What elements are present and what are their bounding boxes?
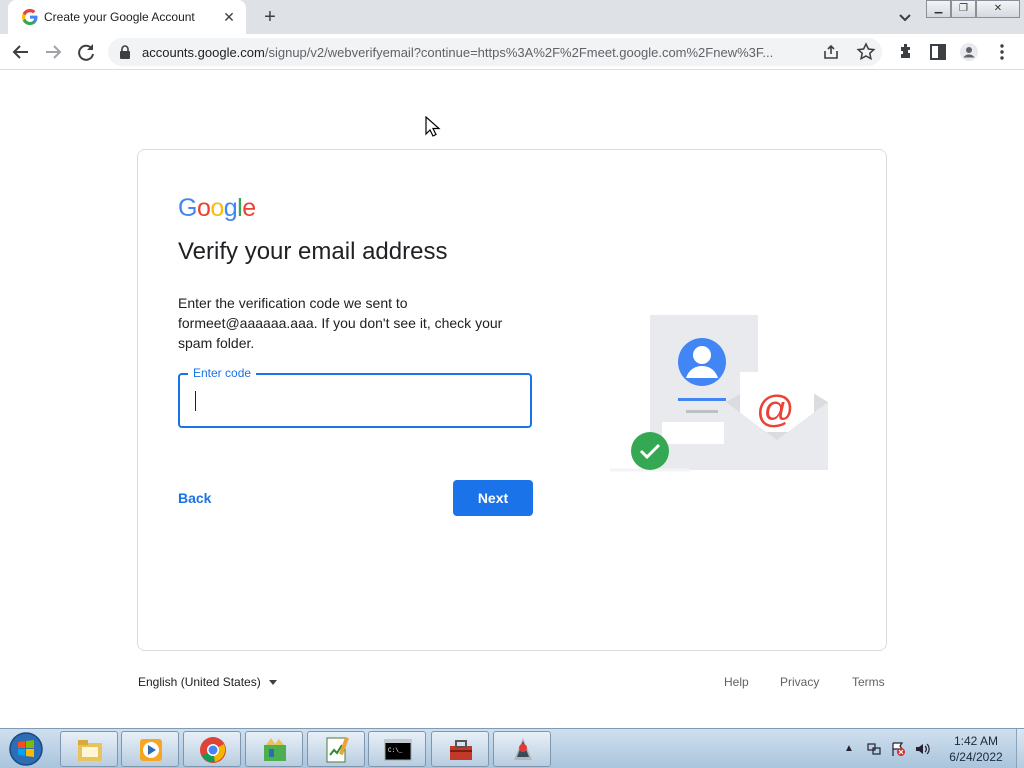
extensions-icon[interactable] [896, 42, 916, 62]
taskbar-command-prompt[interactable]: C:\_ [368, 731, 426, 767]
window-close-icon[interactable]: ✕ [976, 0, 1020, 18]
svg-text:@: @ [756, 389, 795, 431]
profile-avatar-icon[interactable] [959, 42, 979, 62]
notepad-icon [326, 736, 349, 763]
network-icon[interactable] [866, 741, 882, 757]
file-explorer-icon [78, 740, 102, 761]
taskbar-file-explorer[interactable] [60, 731, 118, 767]
taskbar-media-player[interactable] [121, 731, 179, 767]
chrome-icon [200, 737, 226, 763]
terms-link[interactable]: Terms [852, 675, 885, 689]
code-input[interactable] [192, 389, 512, 413]
lock-icon[interactable] [118, 44, 132, 60]
share-icon[interactable] [822, 43, 840, 61]
tab-active[interactable]: Create your Google Account ✕ [8, 0, 246, 34]
logo-letter: G [178, 194, 197, 222]
google-logo: Google [178, 194, 256, 223]
system-tray: ▲ [842, 735, 938, 763]
code-field-label: Enter code [188, 366, 257, 380]
signup-card: Google Verify your email address Enter t… [137, 149, 887, 651]
forward-arrow-icon[interactable] [40, 39, 66, 65]
tab-strip: Create your Google Account ✕ + ▁ ❐ ✕ [0, 0, 1024, 34]
taskbar-notepad[interactable] [307, 731, 365, 767]
toolbox-icon [450, 740, 472, 760]
language-selector[interactable]: English (United States) [138, 675, 277, 689]
logo-letter: o [210, 194, 224, 222]
text-caret [195, 391, 196, 411]
minimize-icon[interactable]: ▁ [926, 0, 951, 18]
show-hidden-icons-icon[interactable]: ▲ [844, 741, 860, 757]
code-field[interactable]: Enter code [178, 366, 532, 428]
logo-letter: e [242, 194, 256, 222]
svg-text:C:\_: C:\_ [388, 747, 403, 754]
url-path: /signup/v2/webverifyemail?continue=https… [264, 45, 774, 60]
taskbar: C:\_ ▲ 1:42 AM 6/24/2022 [0, 728, 1024, 768]
back-arrow-icon[interactable] [8, 39, 34, 65]
show-desktop-button[interactable] [1016, 729, 1024, 768]
address-bar[interactable]: accounts.google.com/signup/v2/webverifye… [108, 38, 882, 66]
page-title: Verify your email address [178, 238, 448, 265]
google-favicon-icon [22, 9, 38, 25]
next-button[interactable]: Next [453, 480, 533, 516]
media-player-icon [140, 739, 162, 761]
side-panel-icon[interactable] [928, 42, 948, 62]
caret-down-icon [268, 680, 277, 686]
url-text[interactable]: accounts.google.com/signup/v2/webverifye… [142, 45, 818, 60]
privacy-link[interactable]: Privacy [780, 675, 819, 689]
bookmark-star-icon[interactable] [856, 42, 876, 62]
back-button[interactable]: Back [178, 490, 211, 506]
java-icon [514, 738, 532, 760]
taskbar-chrome[interactable] [183, 731, 241, 767]
reload-icon[interactable] [73, 39, 99, 65]
tab-close-icon[interactable]: ✕ [220, 8, 238, 26]
mouse-cursor-icon [425, 116, 441, 137]
taskbar-java-app[interactable] [493, 731, 551, 767]
logo-letter: o [196, 194, 211, 222]
tab-title: Create your Google Account [44, 10, 195, 24]
system-clock[interactable]: 1:42 AM 6/24/2022 [936, 733, 1016, 765]
help-link[interactable]: Help [724, 675, 749, 689]
verification-description: Enter the verification code we sent to f… [178, 295, 503, 351]
taskbar-app[interactable] [245, 731, 303, 767]
start-button-icon[interactable] [4, 731, 48, 767]
restore-icon[interactable]: ❐ [951, 0, 976, 18]
kebab-menu-icon[interactable] [992, 42, 1012, 62]
new-tab-button[interactable]: + [258, 4, 282, 30]
browser-toolbar: accounts.google.com/signup/v2/webverifye… [0, 34, 1024, 70]
app-icon [264, 738, 286, 761]
taskbar-toolbox[interactable] [431, 731, 489, 767]
email-verification-illustration: @ [610, 315, 828, 472]
logo-letter: g [223, 194, 238, 222]
tab-search-chevron-icon[interactable] [894, 6, 916, 28]
clock-time: 1:42 AM [953, 734, 999, 748]
language-label: English (United States) [138, 675, 261, 689]
volume-icon[interactable] [914, 741, 930, 757]
window-controls: ▁ ❐ ✕ [926, 0, 1020, 18]
action-center-flag-icon[interactable] [890, 741, 906, 757]
command-prompt-icon: C:\_ [384, 739, 412, 761]
clock-date: 6/24/2022 [949, 750, 1003, 764]
url-host: accounts.google.com [142, 45, 265, 60]
